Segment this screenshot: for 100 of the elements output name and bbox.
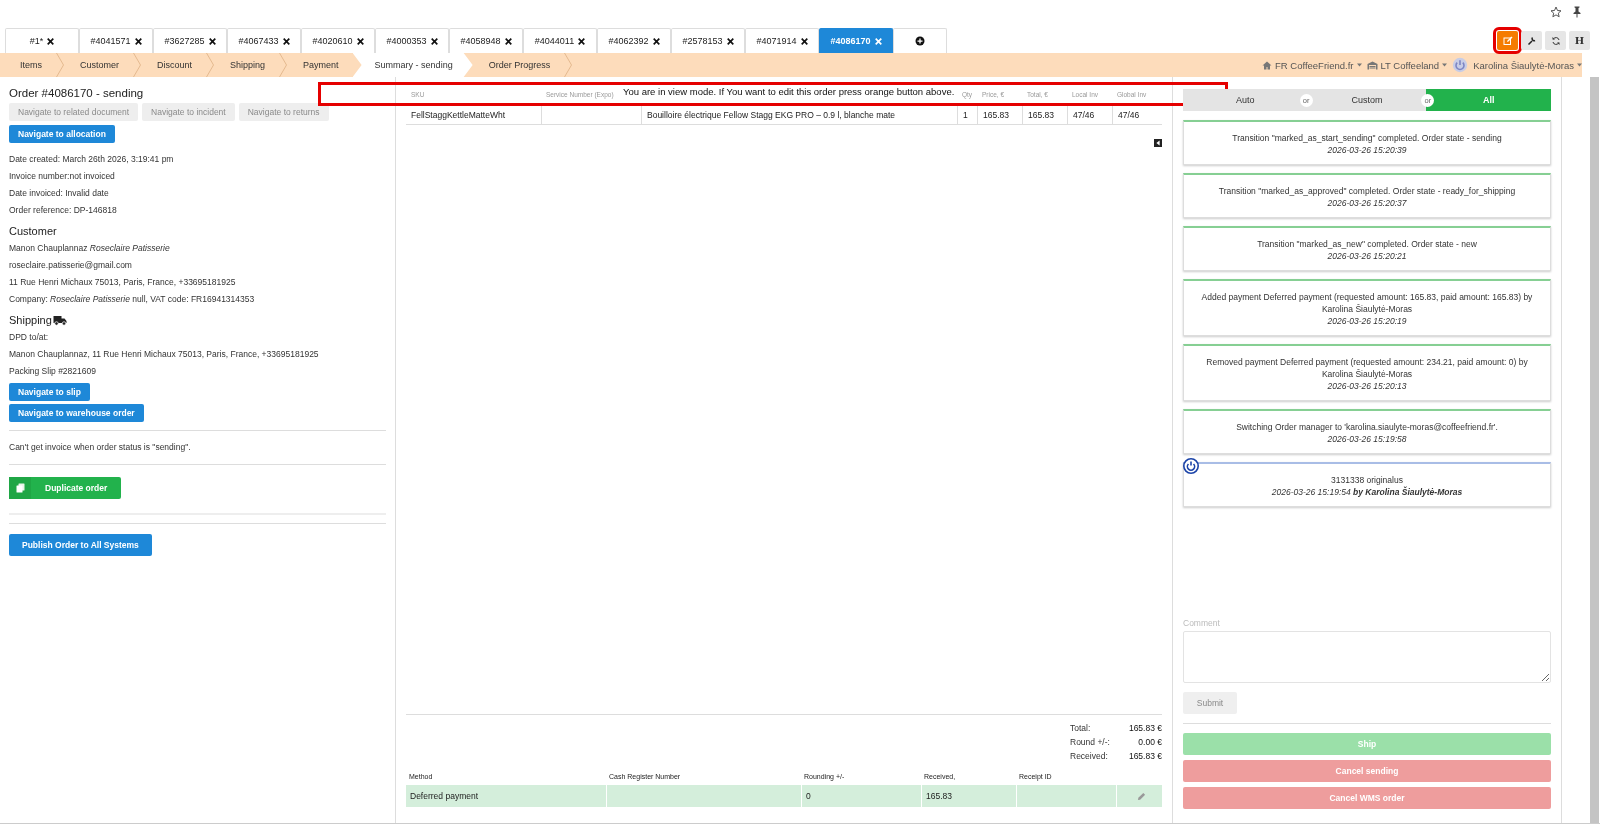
close-icon[interactable] <box>47 37 55 45</box>
table-cell: Bouilloire électrique Fellow Stagg EKG PRO – 0.9 l, blanche mate <box>641 106 957 124</box>
publish-button[interactable]: Publish Order to All Systems <box>9 534 152 556</box>
comment-field[interactable] <box>1183 631 1551 683</box>
table-cell: 165.83 <box>921 785 1016 807</box>
customer-detail: Company: Roseclaire Patisserie null, VAT code: FR16941314353 <box>9 293 255 306</box>
copy-icon <box>15 483 25 493</box>
order-tab[interactable]: #4071914 <box>745 28 819 53</box>
event-text: Added payment Deferred payment (requested amount: 165.83, paid amount: 165.83) by Karolina Šiaulytė-Moras <box>1200 291 1534 315</box>
table-cell: 165.83 <box>977 106 1022 124</box>
caret-down-icon <box>1442 63 1448 67</box>
user-dropdown[interactable]: Karolina Šiaulytė-Moras <box>1473 59 1582 71</box>
table-cell-text: FellStaggKettleMatteWht <box>410 110 506 120</box>
chevron-divider <box>206 53 215 77</box>
close-icon[interactable] <box>652 37 660 45</box>
total-label: Total: <box>1070 723 1091 733</box>
step-link[interactable]: Shipping <box>214 53 280 77</box>
order-tab[interactable]: #4058948 <box>449 28 523 53</box>
event-time: 2026-03-26 15:20:19 <box>1326 315 1408 327</box>
close-icon[interactable] <box>430 37 438 45</box>
close-icon[interactable] <box>134 37 142 45</box>
step-link[interactable]: Discount <box>141 53 207 77</box>
scrollbar[interactable] <box>1590 77 1599 823</box>
navigate-button[interactable]: Navigate to warehouse order <box>9 404 144 422</box>
table-cell: 47/46 <box>1112 106 1162 124</box>
close-icon[interactable] <box>578 37 586 45</box>
customer-detail: 11 Rue Henri Michaux 75013, Paris, France, +33695181925 <box>9 276 236 289</box>
table-cell: 47/46 <box>1067 106 1112 124</box>
plus-circle-icon <box>915 36 925 46</box>
table-cell: 165.83 <box>1022 106 1067 124</box>
table-cell: 1 <box>957 106 977 124</box>
order-tab[interactable]: #1* <box>5 28 79 53</box>
event-time: 2026-03-26 15:20:13 <box>1326 380 1408 392</box>
order-tab[interactable]: #3627285 <box>153 28 227 53</box>
shipping-detail: Manon Chauplannaz, 11 Rue Henri Michaux 75013, Paris, France, +33695181925 <box>9 348 319 361</box>
chevron-divider <box>564 53 573 77</box>
refresh-button[interactable] <box>1545 31 1566 50</box>
close-icon[interactable] <box>356 37 364 45</box>
store-dropdown[interactable]: FR CoffeeFriend.fr <box>1262 59 1362 71</box>
section-heading: Customer <box>9 225 57 237</box>
order-tab[interactable]: #4044011 <box>523 28 597 53</box>
order-tab[interactable]: #4086170 <box>819 28 893 53</box>
step-link[interactable]: Order Progress <box>472 53 565 77</box>
power-icon[interactable] <box>1452 57 1469 73</box>
step-link[interactable]: Summary - sending <box>352 53 473 77</box>
close-icon[interactable] <box>208 37 216 45</box>
wrench-button[interactable] <box>1521 31 1542 50</box>
chevron-divider <box>279 53 288 77</box>
warehouse-icon <box>1366 60 1378 70</box>
edit-icon <box>1502 35 1513 46</box>
section-heading: Shipping <box>9 314 52 326</box>
event-time: 2026-03-26 15:19:58 <box>1326 433 1408 445</box>
event-text: Transition "marked_as_start_sending" completed. Order state - sending <box>1231 132 1503 144</box>
close-icon[interactable] <box>800 37 808 45</box>
refresh-icon <box>1550 35 1561 46</box>
table-cell-text: Deferred payment <box>409 790 480 803</box>
total-value: 165.83 € <box>1128 723 1162 733</box>
new-tab-button[interactable] <box>893 28 947 53</box>
event-time: 2026-03-26 15:19:54 by Karolina Šiaulytė-Moras <box>1270 486 1464 498</box>
total-label: Received: <box>1070 751 1108 761</box>
event-text: Switching Order manager to 'karolina.siaulyte-moras@coffeefriend.fr'. <box>1235 421 1499 433</box>
navigate-button[interactable]: Navigate to slip <box>9 383 90 401</box>
event-text: 3131338 originalus <box>1330 474 1404 486</box>
order-tab[interactable]: #4041571 <box>79 28 153 53</box>
order-detail: Order reference: DP-146818 <box>9 204 117 217</box>
customer-detail: Manon Chauplannaz Roseclaire Patisserie <box>9 242 170 255</box>
order-tab[interactable]: #4020610 <box>301 28 375 53</box>
order-tab[interactable]: #2578153 <box>671 28 745 53</box>
total-value: 0.00 € <box>1138 737 1162 747</box>
invoice-note: Can't get invoice when order status is "sending". <box>9 441 191 454</box>
caret-left-icon[interactable] <box>1154 139 1162 147</box>
power-icon <box>1183 458 1199 474</box>
event-text: Transition "marked_as_new" completed. Order state - new <box>1256 238 1478 250</box>
h-button[interactable]: H <box>1569 31 1590 50</box>
view-mode-text: You are in view mode. If You want to edit this order press orange button above. <box>623 85 955 98</box>
step-link[interactable]: Items <box>0 53 56 77</box>
shipping-detail: Packing Slip #2821609 <box>9 365 96 378</box>
order-detail: Invoice number:not invoiced <box>9 170 115 183</box>
wrench-icon <box>1526 35 1537 46</box>
star-icon[interactable] <box>1550 6 1562 18</box>
chevron-divider <box>56 53 64 77</box>
order-detail: Date created: March 26th 2026, 3:19:41 pm <box>9 153 174 166</box>
total-value: 165.83 € <box>1128 751 1162 761</box>
step-link[interactable]: Customer <box>64 53 134 77</box>
close-icon[interactable] <box>282 37 290 45</box>
order-title: Order #4086170 - sending <box>9 87 144 99</box>
store-dropdown[interactable]: LT Coffeeland <box>1366 59 1448 71</box>
event-time: 2026-03-26 15:20:39 <box>1326 144 1408 156</box>
step-link[interactable]: Payment <box>287 53 353 77</box>
order-tab[interactable]: #4062392 <box>597 28 671 53</box>
pin-icon[interactable] <box>1572 6 1582 18</box>
order-tab[interactable]: #4000353 <box>375 28 449 53</box>
event-text: Removed payment Deferred payment (requested amount: 234.21, paid amount: 0) by Karolina Šiaulytė-Moras <box>1205 356 1529 380</box>
navigate-button[interactable]: Navigate to allocation <box>9 125 115 143</box>
close-icon[interactable] <box>726 37 734 45</box>
chevron-divider <box>133 53 142 77</box>
close-icon[interactable] <box>504 37 512 45</box>
total-label: Round +/-: <box>1070 737 1110 747</box>
event-time: 2026-03-26 15:20:21 <box>1326 250 1408 262</box>
order-tab[interactable]: #4067433 <box>227 28 301 53</box>
